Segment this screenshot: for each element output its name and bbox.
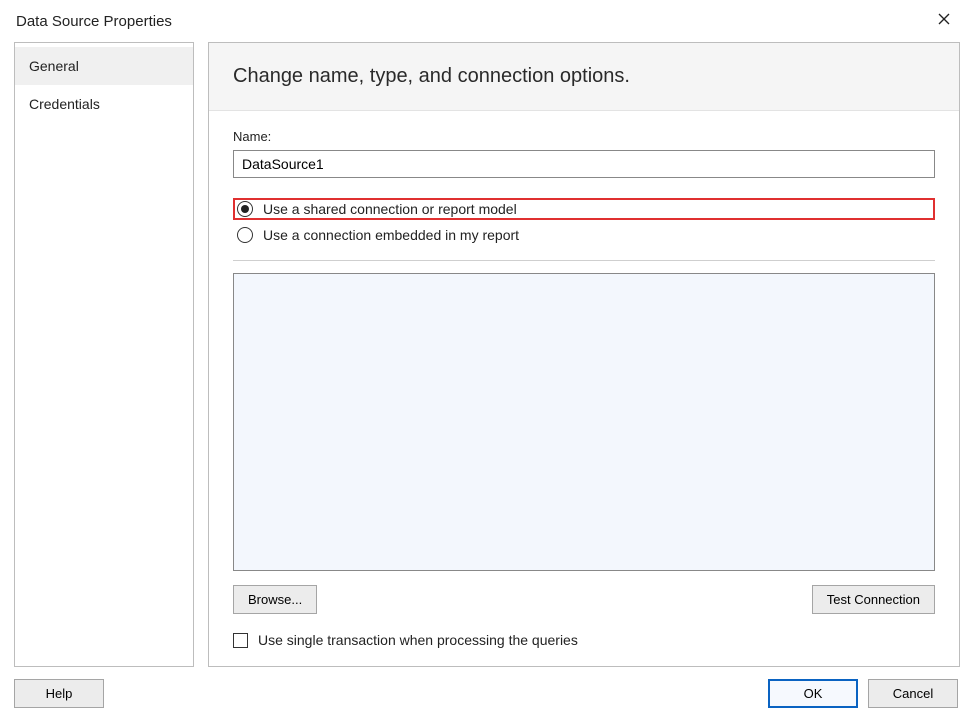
radio-label: Use a shared connection or report model: [263, 201, 517, 217]
radio-shared-connection[interactable]: Use a shared connection or report model: [233, 198, 935, 220]
divider: [233, 260, 935, 261]
radio-icon: [237, 201, 253, 217]
radio-label: Use a connection embedded in my report: [263, 227, 519, 243]
sidebar-item-general[interactable]: General: [15, 47, 193, 85]
radio-embedded-connection[interactable]: Use a connection embedded in my report: [233, 224, 935, 246]
browse-button[interactable]: Browse...: [233, 585, 317, 614]
ok-button[interactable]: OK: [768, 679, 858, 708]
connection-type-radio-group: Use a shared connection or report model …: [233, 198, 935, 250]
dialog-body: General Credentials Change name, type, a…: [0, 42, 972, 667]
close-icon: [938, 12, 950, 30]
titlebar: Data Source Properties: [0, 0, 972, 42]
sidebar-item-credentials[interactable]: Credentials: [15, 85, 193, 123]
content-body: Name: Use a shared connection or report …: [209, 111, 959, 666]
content-panel: Change name, type, and connection option…: [208, 42, 960, 667]
radio-icon: [237, 227, 253, 243]
cancel-button[interactable]: Cancel: [868, 679, 958, 708]
test-connection-button[interactable]: Test Connection: [812, 585, 935, 614]
connection-listbox[interactable]: [233, 273, 935, 571]
dialog-window: Data Source Properties General Credentia…: [0, 0, 972, 722]
name-input[interactable]: [233, 150, 935, 178]
sidebar: General Credentials: [14, 42, 194, 667]
close-button[interactable]: [928, 5, 960, 37]
name-label: Name:: [233, 129, 935, 144]
content-heading: Change name, type, and connection option…: [209, 43, 959, 111]
window-title: Data Source Properties: [16, 13, 928, 30]
sidebar-item-label: Credentials: [29, 96, 100, 112]
connection-button-row: Browse... Test Connection: [233, 585, 935, 614]
help-button[interactable]: Help: [14, 679, 104, 708]
checkbox-label: Use single transaction when processing t…: [258, 632, 578, 648]
dialog-footer: Help OK Cancel: [0, 667, 972, 722]
single-transaction-checkbox-row[interactable]: Use single transaction when processing t…: [233, 632, 935, 648]
sidebar-item-label: General: [29, 58, 79, 74]
checkbox-icon: [233, 633, 248, 648]
